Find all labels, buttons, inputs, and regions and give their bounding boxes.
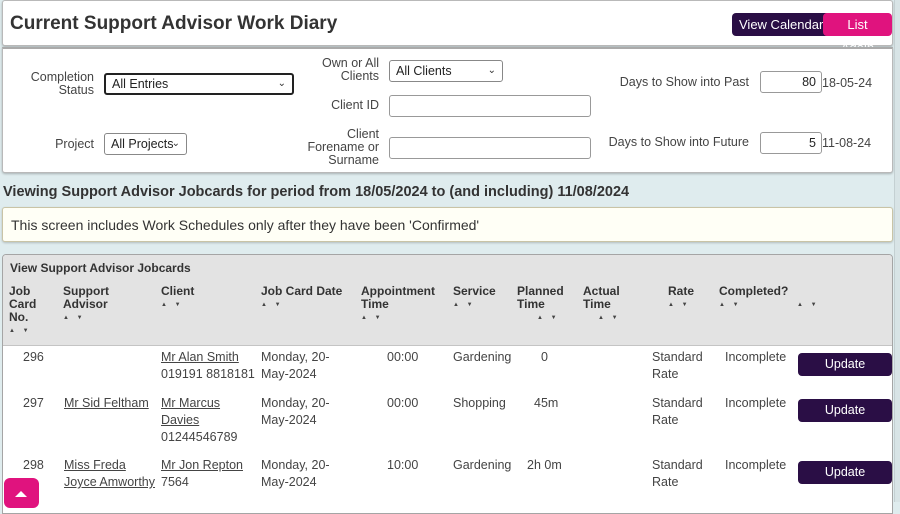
support-advisor-cell: Mr Sid Feltham	[64, 395, 159, 412]
chevron-down-icon: ⌄	[277, 78, 286, 89]
days-future-label: Days to Show into Future	[608, 135, 749, 149]
column-header-actual-time[interactable]: Actual Time ▲ ▼	[583, 285, 633, 322]
sort-icon[interactable]: ▲ ▼	[261, 301, 361, 309]
job-card-no: 298	[23, 458, 44, 472]
confirmed-notice: This screen includes Work Schedules only…	[2, 207, 893, 242]
sort-icon[interactable]: ▲ ▼	[668, 301, 708, 309]
own-or-all-clients-value: All Clients	[396, 64, 452, 78]
job-card-no: 297	[23, 396, 44, 410]
sort-icon[interactable]: ▲ ▼	[361, 314, 441, 322]
completion-status-value: All Entries	[112, 77, 169, 91]
rate: Standard Rate	[652, 458, 703, 489]
table-caption: View Support Advisor Jobcards	[10, 261, 191, 275]
support-advisor-link[interactable]: Miss Freda Joyce Amworthy	[64, 458, 155, 489]
job-card-date: Monday, 20-May-2024	[261, 350, 330, 381]
sort-icon[interactable]: ▲ ▼	[9, 327, 49, 335]
client-cell: Mr Marcus Davies 01244546789	[161, 395, 251, 446]
service: Shopping	[453, 396, 506, 410]
client-link[interactable]: Mr Alan Smith	[161, 350, 239, 364]
job-card-date: Monday, 20-May-2024	[261, 396, 330, 427]
column-header-client[interactable]: Client ▲ ▼	[161, 285, 241, 309]
vertical-scrollbar[interactable]	[894, 0, 900, 502]
update-details-button[interactable]: Update Details	[798, 353, 892, 394]
appointment-time: 10:00	[387, 458, 419, 472]
planned-time: 45m	[534, 396, 559, 410]
sort-icon[interactable]: ▲ ▼	[63, 314, 133, 322]
support-advisor-cell: Miss Freda Joyce Amworthy	[64, 457, 156, 491]
column-header-support-advisor[interactable]: Support Advisor ▲ ▼	[63, 285, 133, 322]
column-header-planned-time[interactable]: Planned Time ▲ ▼	[517, 285, 567, 322]
period-heading: Viewing Support Advisor Jobcards for per…	[3, 184, 630, 200]
header-panel: Current Support Advisor Work Diary View …	[2, 0, 893, 55]
column-header-job-card-date[interactable]: Job Card Date ▲ ▼	[261, 285, 361, 309]
sort-icon[interactable]: ▲ ▼	[797, 301, 837, 309]
days-past-label: Days to Show into Past	[619, 75, 749, 89]
client-phone: 019191 8818181	[161, 367, 255, 381]
update-details-button[interactable]: Update Details	[798, 399, 892, 440]
rate: Standard Rate	[652, 396, 703, 427]
sort-icon[interactable]: ▲ ▼	[161, 301, 241, 309]
job-card-date: Monday, 20-May-2024	[261, 458, 330, 489]
sort-icon[interactable]: ▲ ▼	[719, 301, 799, 309]
job-card-no: 296	[23, 350, 44, 364]
planned-time: 0	[541, 350, 548, 364]
completion-status-select[interactable]: All Entries ⌄	[104, 73, 294, 95]
days-future-input[interactable]	[760, 132, 822, 154]
update-details-button[interactable]: Update Details	[798, 461, 892, 502]
view-calendar-button[interactable]: View Calendar	[732, 13, 831, 36]
client-name-label: Client Forename or Surname	[307, 127, 379, 167]
client-cell: Mr Jon Repton 7564	[161, 457, 256, 491]
column-header-action[interactable]: ▲ ▼	[797, 285, 837, 309]
project-select[interactable]: All Projects ⌄	[104, 133, 187, 155]
client-name-input[interactable]	[389, 137, 591, 159]
project-value: All Projects	[111, 137, 174, 151]
completion-status-label: Completion Status	[30, 70, 94, 97]
column-header-service[interactable]: Service ▲ ▼	[453, 285, 513, 309]
appointment-time: 00:00	[387, 396, 419, 410]
rate: Standard Rate	[652, 350, 703, 381]
client-id-label: Client ID	[331, 98, 379, 112]
column-header-appointment-time[interactable]: Appointment Time ▲ ▼	[361, 285, 441, 322]
client-cell: Mr Alan Smith 019191 8818181	[161, 349, 256, 383]
client-id-input[interactable]	[389, 95, 591, 117]
list-again-button[interactable]: List Again	[823, 13, 892, 55]
filter-panel: Completion Status All Entries ⌄ Project …	[2, 47, 893, 173]
chevron-down-icon: ⌄	[487, 65, 496, 76]
column-header-rate[interactable]: Rate ▲ ▼	[668, 285, 708, 309]
days-past-date: 18-05-24	[822, 76, 873, 90]
service: Gardening	[453, 458, 512, 472]
page-title: Current Support Advisor Work Diary	[10, 13, 338, 34]
project-label: Project	[55, 137, 94, 151]
service: Gardening	[453, 350, 512, 364]
client-phone: 01244546789	[161, 430, 238, 444]
client-phone: 7564	[161, 475, 189, 489]
client-link[interactable]: Mr Marcus Davies	[161, 396, 220, 427]
client-link[interactable]: Mr Jon Repton	[161, 458, 243, 472]
days-past-input[interactable]	[760, 71, 822, 93]
jobcards-table: View Support Advisor Jobcards Job Card N…	[2, 254, 893, 514]
own-or-all-clients-label: Own or All Clients	[322, 56, 379, 83]
completed-status: Incomplete	[725, 458, 787, 472]
chevron-down-icon: ⌄	[171, 138, 180, 149]
support-advisor-link[interactable]: Mr Sid Feltham	[64, 396, 149, 410]
own-or-all-clients-select[interactable]: All Clients ⌄	[389, 60, 503, 82]
column-header-job-card-no[interactable]: Job Card No. ▲ ▼	[9, 285, 49, 335]
completed-status: Incomplete	[725, 350, 787, 364]
table-header: View Support Advisor Jobcards Job Card N…	[3, 255, 892, 346]
completed-status: Incomplete	[725, 396, 787, 410]
scroll-to-top-button[interactable]	[4, 478, 39, 508]
sort-icon[interactable]: ▲ ▼	[583, 314, 633, 322]
appointment-time: 00:00	[387, 350, 419, 364]
column-header-completed[interactable]: Completed? ▲ ▼	[719, 285, 799, 309]
sort-icon[interactable]: ▲ ▼	[517, 314, 567, 322]
sort-icon[interactable]: ▲ ▼	[453, 301, 513, 309]
days-future-date: 11-08-24	[822, 136, 872, 150]
planned-time: 2h 0m	[527, 458, 562, 472]
arrow-up-icon	[15, 491, 27, 497]
